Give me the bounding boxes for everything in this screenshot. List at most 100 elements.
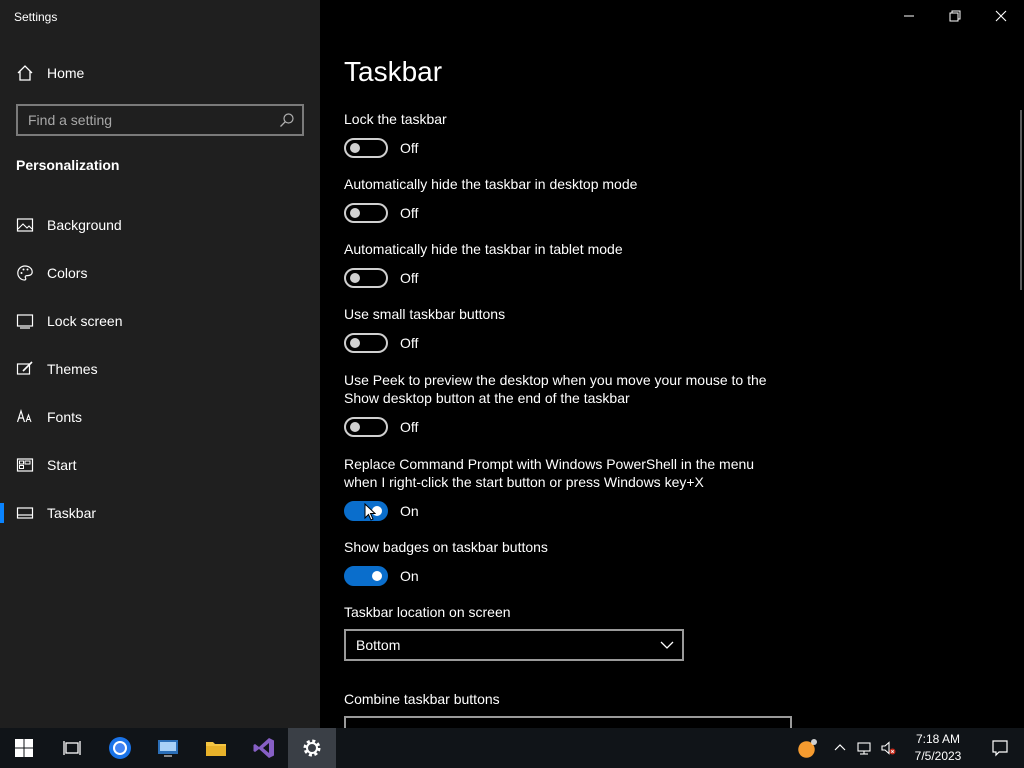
taskbar-location-dropdown[interactable]: Bottom	[344, 629, 684, 661]
network-tray-button[interactable]	[852, 728, 876, 768]
badges-toggle[interactable]	[344, 566, 388, 586]
peek-toggle-row[interactable]: Off	[344, 417, 418, 437]
chrome-icon	[109, 737, 131, 759]
setting-label-lock-taskbar: Lock the taskbar	[344, 111, 447, 127]
small-buttons-toggle[interactable]	[344, 333, 388, 353]
sidebar-item-start[interactable]: Start	[0, 445, 320, 485]
lock-screen-icon	[16, 312, 34, 330]
dropdown-value: Bottom	[356, 637, 401, 653]
palette-icon	[16, 264, 34, 282]
windows-start-icon	[15, 739, 33, 757]
close-icon	[995, 10, 1007, 22]
autohide-tablet-toggle[interactable]	[344, 268, 388, 288]
sidebar-item-themes[interactable]: Themes	[0, 349, 320, 389]
badges-toggle-row[interactable]: On	[344, 566, 419, 586]
network-icon	[857, 742, 871, 755]
search-placeholder: Find a setting	[28, 112, 113, 128]
autohide-desktop-toggle[interactable]	[344, 203, 388, 223]
sidebar-item-fonts[interactable]: Fonts	[0, 397, 320, 437]
sidebar-item-label: Background	[47, 217, 122, 233]
powershell-toggle-row[interactable]: On	[344, 501, 419, 521]
sidebar-item-taskbar[interactable]: Taskbar	[0, 493, 320, 533]
small-buttons-toggle-row[interactable]: Off	[344, 333, 418, 353]
close-button[interactable]	[978, 4, 1024, 28]
settings-gear-icon	[303, 739, 321, 757]
file-explorer-button[interactable]	[192, 728, 240, 768]
sidebar: Settings Home Find a setting Personaliza…	[0, 0, 320, 728]
sidebar-item-label: Colors	[47, 265, 88, 281]
setting-label-autohide-tablet: Automatically hide the taskbar in tablet…	[344, 241, 623, 257]
minimize-icon	[904, 15, 914, 17]
app-title: Settings	[14, 10, 58, 24]
sidebar-item-colors[interactable]: Colors	[0, 253, 320, 293]
chevron-up-icon	[834, 744, 846, 751]
section-title: Personalization	[16, 157, 120, 173]
clock[interactable]: 7:18 AM 7/5/2023	[900, 731, 976, 765]
sidebar-item-label: Lock screen	[47, 313, 123, 329]
network-app-icon	[158, 740, 178, 757]
main-content: Taskbar Lock the taskbar Off Automatical…	[320, 0, 1024, 728]
restore-icon	[949, 10, 961, 22]
visual-studio-button[interactable]	[240, 728, 288, 768]
lock-taskbar-toggle-row[interactable]: Off	[344, 138, 418, 158]
file-explorer-icon	[206, 742, 226, 756]
system-tray: 7:18 AM 7/5/2023	[788, 728, 1024, 768]
start-button[interactable]	[0, 728, 48, 768]
chrome-button[interactable]	[96, 728, 144, 768]
toggle-state-text: Off	[400, 419, 419, 435]
combine-buttons-dropdown[interactable]	[344, 716, 792, 728]
notification-icon	[992, 740, 1008, 757]
toggle-state-text: Off	[400, 140, 419, 156]
weather-button[interactable]	[788, 728, 828, 768]
clock-date: 7/5/2023	[914, 749, 962, 763]
setting-label-autohide-desktop: Automatically hide the taskbar in deskto…	[344, 176, 638, 192]
sidebar-item-label: Themes	[47, 361, 98, 377]
show-hidden-icons-button[interactable]	[828, 728, 852, 768]
peek-toggle[interactable]	[344, 417, 388, 437]
minimize-button[interactable]	[886, 4, 932, 28]
network-app-button[interactable]	[144, 728, 192, 768]
toggle-state-text: Off	[400, 205, 419, 221]
chevron-down-icon	[660, 641, 674, 649]
home-label: Home	[47, 65, 85, 81]
home-nav-item[interactable]: Home	[16, 62, 84, 84]
task-view-icon	[63, 741, 81, 755]
toggle-state-text: Off	[400, 335, 419, 351]
toggle-state-text: On	[400, 503, 419, 519]
picture-icon	[16, 216, 34, 234]
sidebar-item-background[interactable]: Background	[0, 205, 320, 245]
windows-taskbar: 7:18 AM 7/5/2023	[0, 728, 1024, 768]
mouse-cursor-icon	[364, 503, 376, 521]
sidebar-item-label: Start	[47, 457, 77, 473]
brush-icon	[16, 360, 34, 378]
task-view-button[interactable]	[48, 728, 96, 768]
taskbar-icon	[16, 504, 34, 522]
page-title: Taskbar	[344, 56, 443, 87]
visual-studio-icon	[253, 738, 274, 758]
font-icon	[16, 408, 34, 426]
setting-label-combine: Combine taskbar buttons	[344, 691, 500, 707]
autohide-desktop-toggle-row[interactable]: Off	[344, 203, 418, 223]
home-icon	[17, 65, 33, 81]
start-icon	[16, 456, 34, 474]
weather-icon	[798, 739, 817, 758]
restore-button[interactable]	[932, 4, 978, 28]
setting-label-peek: Use Peek to preview the desktop when you…	[344, 372, 767, 406]
sidebar-item-label: Fonts	[47, 409, 83, 425]
settings-app-button[interactable]	[288, 728, 336, 768]
setting-label-powershell: Replace Command Prompt with Windows Powe…	[344, 456, 755, 490]
toggle-state-text: Off	[400, 270, 419, 286]
sidebar-item-lock-screen[interactable]: Lock screen	[0, 301, 320, 341]
clock-time: 7:18 AM	[915, 732, 961, 746]
setting-label-location: Taskbar location on screen	[344, 604, 511, 620]
autohide-tablet-toggle-row[interactable]: Off	[344, 268, 418, 288]
scrollbar[interactable]	[1020, 110, 1022, 290]
sidebar-item-label: Taskbar	[47, 505, 97, 521]
volume-tray-button[interactable]	[876, 728, 900, 768]
search-icon[interactable]	[279, 112, 295, 128]
setting-label-small-buttons: Use small taskbar buttons	[344, 306, 506, 322]
action-center-button[interactable]	[976, 728, 1024, 768]
volume-muted-icon	[881, 741, 896, 755]
search-input[interactable]: Find a setting	[16, 104, 304, 136]
lock-taskbar-toggle[interactable]	[344, 138, 388, 158]
